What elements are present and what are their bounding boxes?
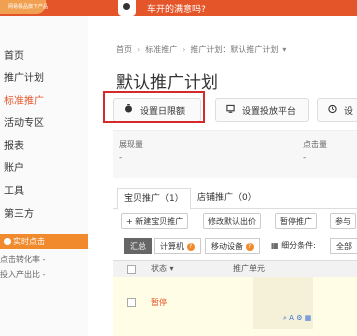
summary-filter[interactable]: 汇总 — [124, 238, 152, 254]
status-text: 暂停 — [151, 298, 167, 307]
sidebar-item-standard[interactable]: 标准推广 — [0, 93, 88, 111]
sidebar-item-tools[interactable]: 工具 — [0, 183, 88, 201]
select-all-checkbox[interactable] — [127, 265, 136, 274]
chevron-down-icon: ▾ — [169, 264, 174, 273]
pause-button[interactable]: 暂停推广 — [275, 213, 317, 229]
set-time-button[interactable]: 设 — [317, 98, 357, 122]
sidebar-item-activity[interactable]: 活动专区 — [0, 115, 88, 133]
breadcrumb-standard[interactable]: 标准推广 — [145, 45, 177, 54]
sidebar: 首页 推广计划 标准推广 活动专区 报表 账户 工具 第三方 实时点击 点击转化… — [0, 16, 88, 336]
section-label: 实时点击 — [13, 237, 45, 246]
breadcrumb-home[interactable]: 首页 — [116, 45, 132, 54]
breadcrumb: 首页 › 标准推广 › 推广计划：默认推广计划 ▾ — [116, 45, 287, 54]
stats-panel: 展现量 - 点击量 - — [113, 130, 357, 178]
help-icon[interactable]: ? — [245, 242, 254, 251]
segment-label-text: 细分条件: — [281, 241, 316, 250]
table-row[interactable]: 暂停 — [113, 277, 357, 336]
sidebar-item-account[interactable]: 账户 — [0, 160, 88, 178]
clock-icon — [4, 238, 11, 245]
promo-text[interactable]: 车开的满意吗? — [147, 2, 206, 15]
segment-select[interactable]: 全部 — [330, 238, 357, 254]
unit-column-header[interactable]: 推广单元 — [233, 263, 265, 274]
grid-icon[interactable]: ▦ — [305, 314, 312, 322]
sidebar-item-label: 报表 — [4, 141, 24, 152]
button-label: 设置投放平台 — [242, 107, 297, 117]
breadcrumb-current: 推广计划：默认推广计划 — [190, 45, 279, 54]
sidebar-item-label: 账户 — [4, 163, 24, 174]
sidebar-item-label: 推广计划 — [4, 73, 44, 84]
sidebar-item-label: 工具 — [4, 186, 24, 197]
header-label: 状态 — [151, 264, 167, 273]
conversion-rate: 点击转化率 - — [0, 255, 46, 264]
status-column-header[interactable]: 状态 ▾ — [151, 263, 174, 274]
sidebar-item-plans[interactable]: 推广计划 — [0, 70, 88, 88]
clicks-value: - — [303, 153, 307, 163]
tab-bar: 宝贝推广（1） 店铺推广（0） — [113, 186, 357, 210]
gear-icon[interactable]: ⚙ — [296, 314, 302, 322]
filter-label: 移动设备 — [211, 242, 243, 251]
join-button[interactable]: 参与 — [330, 213, 356, 229]
roi: 投入产出比 - — [0, 270, 46, 279]
tagline: 网易极品旗下产品 — [8, 4, 49, 10]
computer-filter[interactable]: 计算机 ? — [154, 238, 201, 254]
page-title: 默认推广计划 — [116, 73, 218, 93]
table-header: 状态 ▾ 推广单元 — [113, 260, 357, 278]
sidebar-item-label: 标准推广 — [4, 96, 44, 107]
tab-shop-promotion[interactable]: 店铺推广（0） — [191, 188, 263, 208]
filter-label: 计算机 — [160, 242, 184, 251]
sidebar-item-label: 活动专区 — [4, 118, 44, 129]
top-banner: 网易极品旗下产品 车开的满意吗? — [0, 0, 357, 16]
chevron-down-icon[interactable]: ▾ — [282, 45, 286, 54]
impressions-value: - — [119, 153, 123, 163]
search-icon[interactable]: ⌕ — [283, 314, 287, 322]
segment-label: ▦ 细分条件: — [266, 238, 321, 254]
grid-icon: ▦ — [271, 241, 279, 250]
sidebar-item-home[interactable]: 首页 — [0, 48, 88, 66]
highlight-annotation — [103, 91, 205, 123]
row-checkbox[interactable] — [127, 298, 136, 307]
floating-toolbar[interactable]: ⌕ A ⚙ ▦ — [283, 314, 311, 323]
monitor-icon — [226, 104, 235, 113]
set-platform-button[interactable]: 设置投放平台 — [215, 98, 309, 122]
clock-icon — [328, 104, 337, 114]
impressions-label: 展现量 — [119, 140, 143, 149]
new-item-promotion-button[interactable]: + 新建宝贝推广 — [121, 213, 189, 229]
realtime-clicks-section[interactable]: 实时点击 — [0, 234, 88, 249]
button-label: 设 — [344, 107, 354, 117]
clicks-label: 点击量 — [303, 140, 327, 149]
mobile-filter[interactable]: 移动设备 ? — [205, 238, 260, 254]
sidebar-item-label: 首页 — [4, 51, 24, 62]
translate-icon[interactable]: A — [289, 314, 294, 322]
sidebar-item-label: 第三方 — [4, 209, 34, 220]
tab-item-promotion[interactable]: 宝贝推广（1） — [117, 188, 191, 210]
sidebar-item-third-party[interactable]: 第三方 — [0, 206, 88, 224]
modify-bid-button[interactable]: 修改默认出价 — [203, 213, 261, 229]
promo-icon — [118, 0, 136, 16]
help-icon[interactable]: ? — [186, 242, 195, 251]
sidebar-item-reports[interactable]: 报表 — [0, 138, 88, 156]
